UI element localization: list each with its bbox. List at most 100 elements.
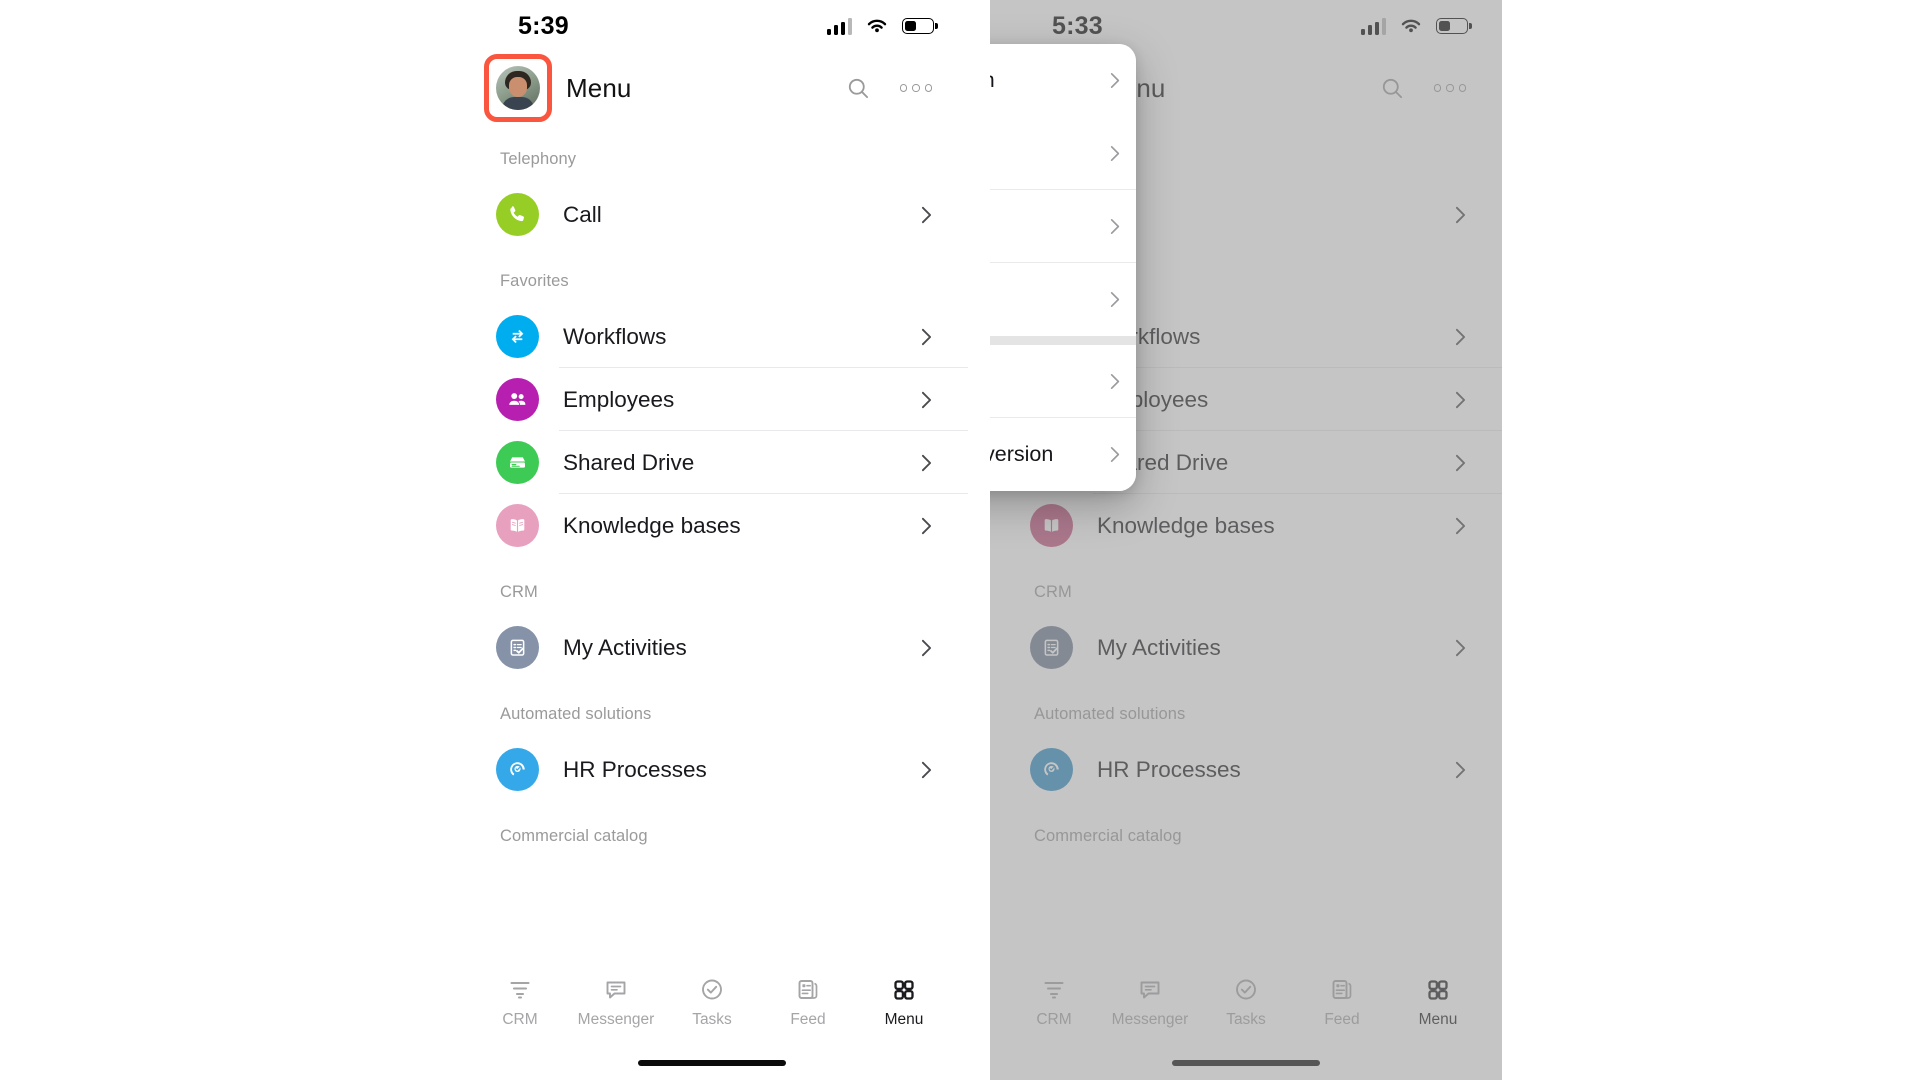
tab-label: Menu: [1418, 1011, 1458, 1028]
chevron-right-icon: [921, 639, 932, 656]
popup-item-open-web-version[interactable]: Open web version: [990, 418, 1136, 491]
chevron-right-icon: [921, 391, 932, 408]
tab-messenger[interactable]: Messenger: [568, 976, 664, 1029]
app-header: Menu: [456, 52, 968, 124]
feed-document-icon: [1329, 976, 1355, 1003]
search-icon[interactable]: [1381, 77, 1404, 100]
status-bar-time: 5:39: [518, 11, 569, 40]
employees-people-icon: [496, 378, 539, 421]
tab-tasks[interactable]: Tasks: [664, 976, 760, 1029]
tab-label: CRM: [502, 1011, 538, 1028]
phone-screen-after: 5:33 Menu: [990, 0, 1502, 1080]
tab-crm[interactable]: CRM: [472, 976, 568, 1029]
menu-item-employees[interactable]: Employees: [456, 368, 968, 431]
crm-funnel-icon: [1041, 976, 1067, 1003]
feed-document-icon: [795, 976, 821, 1003]
chevron-right-icon: [921, 517, 932, 534]
popup-group-secondary: Settings Open web version: [990, 345, 1136, 491]
menu-item-call[interactable]: Call: [456, 183, 968, 246]
workflows-sync-icon: [496, 315, 539, 358]
menu-item-shared-drive[interactable]: Shared Drive: [456, 431, 968, 494]
menu-item-my-activities[interactable]: My Activities: [456, 616, 968, 679]
popup-item-work-time[interactable]: Work time: [990, 190, 1136, 263]
page-title: Menu: [566, 72, 632, 103]
tab-feed[interactable]: Feed: [760, 976, 856, 1029]
tab-menu[interactable]: Menu: [1390, 976, 1486, 1029]
header-actions: [847, 77, 932, 100]
menu-item-label: HR Processes: [1097, 756, 1241, 782]
popup-item-calendar[interactable]: 1 Calendar: [990, 263, 1136, 336]
section-header-automated-solutions: Automated solutions: [1034, 705, 1186, 723]
status-bar-time: 5:33: [1052, 11, 1103, 40]
popup-item-settings[interactable]: Settings: [990, 345, 1136, 418]
bottom-tab-bar: Menu CRM Messenger Tasks: [990, 962, 1502, 1080]
section-header-automated-solutions: Automated solutions: [500, 705, 652, 723]
crm-funnel-icon: [507, 976, 533, 1003]
tab-label: Feed: [790, 1011, 826, 1028]
chevron-right-icon: [1455, 517, 1466, 534]
menu-item-hr-processes[interactable]: HR Processes: [990, 738, 1502, 801]
menu-item-label: Workflows: [563, 323, 667, 349]
popup-item-label: Open web version: [990, 442, 1054, 466]
messenger-bubble-icon: [603, 976, 629, 1003]
chevron-right-icon: [921, 328, 932, 345]
messenger-bubble-icon: [1137, 976, 1163, 1003]
chevron-right-icon: [1110, 145, 1120, 161]
activities-clipboard-icon: [496, 626, 539, 669]
menu-item-knowledge-bases[interactable]: Knowledge bases: [456, 494, 968, 557]
menu-item-hr-processes[interactable]: HR Processes: [456, 738, 968, 801]
popup-item-profile[interactable]: Stacy Smith: [990, 44, 1136, 117]
activities-clipboard-icon: [1030, 626, 1073, 669]
menu-list: Telephony Call Favorites Workflows: [456, 124, 968, 860]
menu-item-label: Employees: [563, 386, 675, 412]
chevron-right-icon: [1455, 639, 1466, 656]
section-header-favorites: Favorites: [500, 272, 569, 290]
chevron-right-icon: [1110, 447, 1120, 462]
section-header-commercial-catalog: Commercial catalog: [1034, 827, 1182, 845]
tab-label: Feed: [1324, 1011, 1360, 1028]
tab-label: Tasks: [1226, 1011, 1266, 1028]
header-actions: [1381, 77, 1466, 100]
tab-crm[interactable]: Menu CRM: [1006, 976, 1102, 1029]
chevron-right-icon: [1455, 206, 1466, 223]
tasks-check-icon: [1233, 976, 1259, 1003]
chevron-right-icon: [1455, 391, 1466, 408]
bottom-tab-bar: CRM Messenger Tasks Feed Menu: [456, 962, 968, 1080]
phone-screen-before: 5:39 Menu Telephony Call Favorites Workf…: [456, 0, 968, 1080]
popup-group-primary: Stacy Smith Check-in Work time: [990, 44, 1136, 336]
tab-label: Tasks: [692, 1011, 732, 1028]
tab-menu[interactable]: Menu: [856, 976, 952, 1029]
menu-item-label: Knowledge bases: [1097, 512, 1275, 538]
avatar-highlight-target[interactable]: [484, 54, 552, 122]
chevron-right-icon: [1110, 218, 1120, 234]
search-icon[interactable]: [847, 77, 870, 100]
tab-feed[interactable]: Feed: [1294, 976, 1390, 1029]
cellular-signal-icon: [826, 17, 852, 35]
shared-drive-icon: [496, 441, 539, 484]
menu-item-label: My Activities: [1097, 634, 1221, 660]
menu-item-knowledge-bases[interactable]: Knowledge bases: [990, 494, 1502, 557]
more-options-icon[interactable]: [1433, 84, 1466, 92]
popup-item-check-in[interactable]: Check-in: [990, 117, 1136, 190]
menu-item-my-activities[interactable]: My Activities: [990, 616, 1502, 679]
menu-item-workflows[interactable]: Workflows: [456, 305, 968, 368]
menu-item-label: HR Processes: [563, 756, 707, 782]
status-bar-icons: [826, 17, 934, 35]
section-header-crm: CRM: [1034, 583, 1072, 601]
home-indicator: [1172, 1060, 1320, 1066]
section-header-commercial-catalog: Commercial catalog: [500, 827, 648, 845]
tab-tasks[interactable]: Tasks: [1198, 976, 1294, 1029]
tab-label: Menu: [884, 1011, 924, 1028]
cellular-signal-icon: [1360, 17, 1386, 35]
user-context-menu: Stacy Smith Check-in Work time: [990, 44, 1136, 491]
chevron-right-icon: [921, 761, 932, 778]
menu-grid-icon: [1425, 976, 1451, 1003]
more-options-icon[interactable]: [899, 84, 932, 92]
tab-label: Messenger: [1111, 1011, 1189, 1028]
popup-group-separator: [990, 336, 1136, 345]
menu-item-label: Call: [563, 201, 602, 227]
phone-icon: [496, 193, 539, 236]
chevron-right-icon: [921, 206, 932, 223]
tab-label: Messenger: [577, 1011, 655, 1028]
tab-messenger[interactable]: Messenger: [1102, 976, 1198, 1029]
